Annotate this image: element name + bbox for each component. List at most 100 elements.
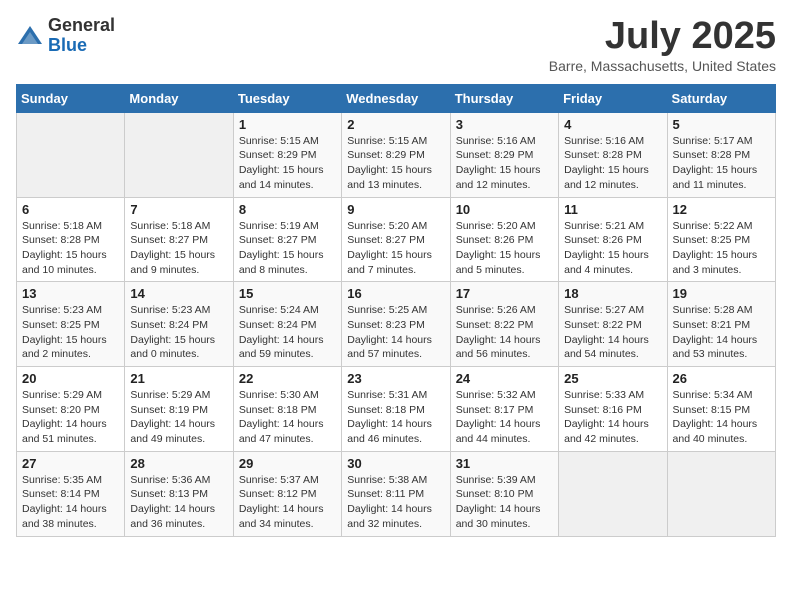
day-info: Sunrise: 5:15 AMSunset: 8:29 PMDaylight:… xyxy=(239,134,336,193)
day-number: 29 xyxy=(239,456,336,471)
day-number: 16 xyxy=(347,286,444,301)
calendar-table: SundayMondayTuesdayWednesdayThursdayFrid… xyxy=(16,84,776,537)
logo-text: General Blue xyxy=(48,16,115,56)
day-number: 18 xyxy=(564,286,661,301)
day-info: Sunrise: 5:33 AMSunset: 8:16 PMDaylight:… xyxy=(564,388,661,447)
calendar-week-row: 13Sunrise: 5:23 AMSunset: 8:25 PMDayligh… xyxy=(17,282,776,367)
day-number: 23 xyxy=(347,371,444,386)
day-number: 19 xyxy=(673,286,770,301)
location: Barre, Massachusetts, United States xyxy=(549,58,776,74)
calendar-cell: 31 Sunrise: 5:39 AMSunset: 8:10 PMDayligh… xyxy=(450,451,558,536)
calendar-cell: 30 Sunrise: 5:38 AMSunset: 8:11 PMDayligh… xyxy=(342,451,450,536)
day-number: 26 xyxy=(673,371,770,386)
calendar-cell: 11 Sunrise: 5:21 AMSunset: 8:26 PMDayligh… xyxy=(559,197,667,282)
calendar-cell: 9Sunrise: 5:20 AMSunset: 8:27 PMDaylight… xyxy=(342,197,450,282)
weekday-header-sunday: Sunday xyxy=(17,84,125,112)
day-info: Sunrise: 5:32 AMSunset: 8:17 PMDaylight:… xyxy=(456,388,553,447)
day-number: 12 xyxy=(673,202,770,217)
day-number: 31 xyxy=(456,456,553,471)
calendar-cell: 24 Sunrise: 5:32 AMSunset: 8:17 PMDayligh… xyxy=(450,367,558,452)
day-number: 14 xyxy=(130,286,227,301)
day-info: Sunrise: 5:29 AMSunset: 8:19 PMDaylight:… xyxy=(130,388,227,447)
calendar-cell: 28 Sunrise: 5:36 AMSunset: 8:13 PMDayligh… xyxy=(125,451,233,536)
day-info: Sunrise: 5:39 AMSunset: 8:10 PMDaylight:… xyxy=(456,473,553,532)
calendar-header-row: SundayMondayTuesdayWednesdayThursdayFrid… xyxy=(17,84,776,112)
day-info: Sunrise: 5:17 AMSunset: 8:28 PMDaylight:… xyxy=(673,134,770,193)
day-number: 17 xyxy=(456,286,553,301)
calendar-cell: 4Sunrise: 5:16 AMSunset: 8:28 PMDaylight… xyxy=(559,112,667,197)
day-number: 1 xyxy=(239,117,336,132)
calendar-cell: 3Sunrise: 5:16 AMSunset: 8:29 PMDaylight… xyxy=(450,112,558,197)
calendar-cell: 18 Sunrise: 5:27 AMSunset: 8:22 PMDayligh… xyxy=(559,282,667,367)
calendar-cell: 5 Sunrise: 5:17 AMSunset: 8:28 PMDaylight… xyxy=(667,112,775,197)
calendar-cell: 21 Sunrise: 5:29 AMSunset: 8:19 PMDayligh… xyxy=(125,367,233,452)
day-info: Sunrise: 5:22 AMSunset: 8:25 PMDaylight:… xyxy=(673,219,770,278)
calendar-cell xyxy=(17,112,125,197)
day-number: 20 xyxy=(22,371,119,386)
day-info: Sunrise: 5:21 AMSunset: 8:26 PMDaylight:… xyxy=(564,219,661,278)
day-number: 3 xyxy=(456,117,553,132)
calendar-week-row: 27Sunrise: 5:35 AMSunset: 8:14 PMDayligh… xyxy=(17,451,776,536)
page-header: General Blue July 2025 Barre, Massachuse… xyxy=(16,16,776,74)
calendar-cell: 14 Sunrise: 5:23 AMSunset: 8:24 PMDayligh… xyxy=(125,282,233,367)
calendar-cell: 27Sunrise: 5:35 AMSunset: 8:14 PMDayligh… xyxy=(17,451,125,536)
day-number: 27 xyxy=(22,456,119,471)
day-number: 5 xyxy=(673,117,770,132)
calendar-cell: 22 Sunrise: 5:30 AMSunset: 8:18 PMDayligh… xyxy=(233,367,341,452)
day-info: Sunrise: 5:20 AMSunset: 8:26 PMDaylight:… xyxy=(456,219,553,278)
day-number: 2 xyxy=(347,117,444,132)
day-info: Sunrise: 5:38 AMSunset: 8:11 PMDaylight:… xyxy=(347,473,444,532)
calendar-cell: 13Sunrise: 5:23 AMSunset: 8:25 PMDayligh… xyxy=(17,282,125,367)
day-number: 24 xyxy=(456,371,553,386)
day-number: 6 xyxy=(22,202,119,217)
month-title: July 2025 xyxy=(549,16,776,58)
weekday-header-wednesday: Wednesday xyxy=(342,84,450,112)
weekday-header-monday: Monday xyxy=(125,84,233,112)
day-info: Sunrise: 5:31 AMSunset: 8:18 PMDaylight:… xyxy=(347,388,444,447)
day-number: 11 xyxy=(564,202,661,217)
day-info: Sunrise: 5:23 AMSunset: 8:24 PMDaylight:… xyxy=(130,303,227,362)
logo-icon xyxy=(16,22,44,50)
day-info: Sunrise: 5:27 AMSunset: 8:22 PMDaylight:… xyxy=(564,303,661,362)
day-number: 28 xyxy=(130,456,227,471)
calendar-week-row: 20 Sunrise: 5:29 AMSunset: 8:20 PMDayligh… xyxy=(17,367,776,452)
calendar-cell: 29 Sunrise: 5:37 AMSunset: 8:12 PMDayligh… xyxy=(233,451,341,536)
day-info: Sunrise: 5:29 AMSunset: 8:20 PMDaylight:… xyxy=(22,388,119,447)
day-info: Sunrise: 5:25 AMSunset: 8:23 PMDaylight:… xyxy=(347,303,444,362)
day-number: 15 xyxy=(239,286,336,301)
day-number: 7 xyxy=(130,202,227,217)
day-info: Sunrise: 5:15 AMSunset: 8:29 PMDaylight:… xyxy=(347,134,444,193)
calendar-cell: 12 Sunrise: 5:22 AMSunset: 8:25 PMDayligh… xyxy=(667,197,775,282)
day-number: 8 xyxy=(239,202,336,217)
day-number: 21 xyxy=(130,371,227,386)
calendar-cell: 26Sunrise: 5:34 AMSunset: 8:15 PMDayligh… xyxy=(667,367,775,452)
day-number: 30 xyxy=(347,456,444,471)
weekday-header-thursday: Thursday xyxy=(450,84,558,112)
day-info: Sunrise: 5:16 AMSunset: 8:28 PMDaylight:… xyxy=(564,134,661,193)
calendar-week-row: 1 Sunrise: 5:15 AMSunset: 8:29 PMDaylight… xyxy=(17,112,776,197)
calendar-cell xyxy=(125,112,233,197)
logo-general: General xyxy=(48,16,115,36)
logo: General Blue xyxy=(16,16,115,56)
calendar-cell: 25Sunrise: 5:33 AMSunset: 8:16 PMDayligh… xyxy=(559,367,667,452)
weekday-header-tuesday: Tuesday xyxy=(233,84,341,112)
calendar-cell: 7Sunrise: 5:18 AMSunset: 8:27 PMDaylight… xyxy=(125,197,233,282)
day-info: Sunrise: 5:36 AMSunset: 8:13 PMDaylight:… xyxy=(130,473,227,532)
day-info: Sunrise: 5:37 AMSunset: 8:12 PMDaylight:… xyxy=(239,473,336,532)
day-info: Sunrise: 5:19 AMSunset: 8:27 PMDaylight:… xyxy=(239,219,336,278)
day-info: Sunrise: 5:20 AMSunset: 8:27 PMDaylight:… xyxy=(347,219,444,278)
day-number: 13 xyxy=(22,286,119,301)
calendar-cell: 19Sunrise: 5:28 AMSunset: 8:21 PMDayligh… xyxy=(667,282,775,367)
calendar-cell: 16 Sunrise: 5:25 AMSunset: 8:23 PMDayligh… xyxy=(342,282,450,367)
title-block: July 2025 Barre, Massachusetts, United S… xyxy=(549,16,776,74)
logo-blue: Blue xyxy=(48,36,115,56)
day-info: Sunrise: 5:18 AMSunset: 8:28 PMDaylight:… xyxy=(22,219,119,278)
weekday-header-friday: Friday xyxy=(559,84,667,112)
calendar-cell xyxy=(559,451,667,536)
day-number: 22 xyxy=(239,371,336,386)
calendar-cell: 10 Sunrise: 5:20 AMSunset: 8:26 PMDayligh… xyxy=(450,197,558,282)
weekday-header-saturday: Saturday xyxy=(667,84,775,112)
day-number: 10 xyxy=(456,202,553,217)
day-info: Sunrise: 5:30 AMSunset: 8:18 PMDaylight:… xyxy=(239,388,336,447)
day-info: Sunrise: 5:26 AMSunset: 8:22 PMDaylight:… xyxy=(456,303,553,362)
